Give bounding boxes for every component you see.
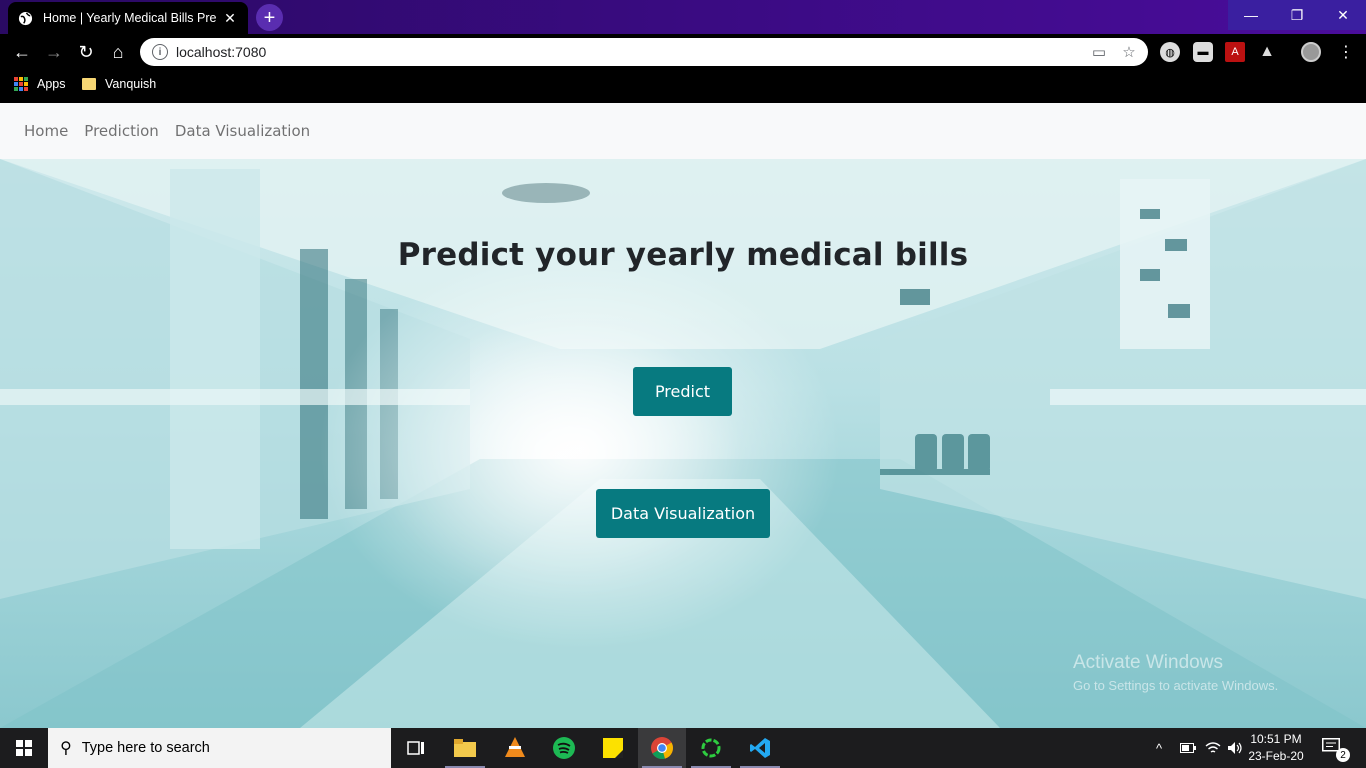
site-info-icon[interactable]: i	[152, 44, 168, 60]
vscode-icon[interactable]	[736, 728, 784, 768]
activate-windows-hint: Go to Settings to activate Windows.	[1073, 678, 1279, 693]
nav-prediction[interactable]: Prediction	[84, 122, 159, 140]
notifications-button[interactable]: 2	[1322, 738, 1350, 762]
search-icon: ⚲	[60, 740, 72, 757]
bookmarks-bar: Apps Vanquish	[0, 70, 1366, 103]
close-window-button[interactable]: ✕	[1320, 0, 1366, 30]
windows-logo-icon	[16, 740, 32, 756]
cast-icon[interactable]: ▭	[1088, 43, 1110, 61]
predict-button[interactable]: Predict	[633, 367, 732, 416]
pdf-icon[interactable]: A	[1225, 42, 1245, 62]
task-view-icon[interactable]	[392, 728, 440, 768]
taskbar-clock[interactable]: 10:51 PM 23-Feb-20	[1240, 731, 1312, 765]
wifi-icon[interactable]	[1205, 728, 1221, 768]
chat-icon[interactable]: ▬	[1193, 42, 1213, 62]
sticky-notes-icon[interactable]	[589, 728, 637, 768]
maximize-button[interactable]: ❐	[1274, 0, 1320, 30]
minimize-button[interactable]: —	[1228, 0, 1274, 30]
data-visualization-button[interactable]: Data Visualization	[596, 489, 770, 538]
url-text[interactable]: localhost:7080	[176, 44, 1088, 60]
app-ring-icon[interactable]	[687, 728, 735, 768]
file-explorer-icon[interactable]	[441, 728, 489, 768]
show-hidden-icons[interactable]: ^	[1156, 728, 1162, 768]
apps-bookmark[interactable]: Apps	[14, 77, 66, 91]
windows-taskbar: ⚲ Type here to search ^ 10:51 PM 23-Feb-…	[0, 728, 1366, 768]
clock-date: 23-Feb-20	[1248, 749, 1304, 763]
browser-tab[interactable]: Home | Yearly Medical Bills Predic ✕	[8, 2, 248, 34]
home-button[interactable]: ⌂	[106, 40, 130, 64]
notification-count-badge: 2	[1336, 748, 1350, 762]
drive-icon[interactable]: ▲	[1257, 42, 1277, 62]
star-icon[interactable]: ☆	[1118, 43, 1140, 61]
clock-time: 10:51 PM	[1250, 732, 1302, 746]
folder-icon	[82, 78, 96, 90]
apps-grid-icon	[14, 77, 28, 91]
activate-windows-title: Activate Windows	[1073, 652, 1223, 673]
menu-icon[interactable]: ⋮	[1336, 42, 1356, 62]
tab-close-icon[interactable]: ✕	[222, 10, 238, 27]
reload-button[interactable]: ↻	[74, 40, 98, 64]
site-navbar: Home Prediction Data Visualization	[0, 103, 1366, 159]
hero-title: Predict your yearly medical bills	[397, 237, 969, 273]
browser-title-bar: Home | Yearly Medical Bills Predic ✕ + —…	[0, 0, 1366, 34]
globe-icon[interactable]: ◍	[1160, 42, 1180, 62]
nav-home[interactable]: Home	[24, 122, 68, 140]
vanquish-bookmark[interactable]: Vanquish	[82, 77, 156, 91]
vlc-icon[interactable]	[491, 728, 539, 768]
chrome-icon[interactable]	[638, 728, 686, 768]
forward-button[interactable]: →	[42, 40, 66, 64]
new-tab-button[interactable]: +	[256, 4, 283, 31]
browser-toolbar: ← → ↻ ⌂ i localhost:7080 ▭ ☆ ◍ ▬ A ▲ ⋮	[0, 34, 1366, 70]
address-bar[interactable]: i localhost:7080 ▭ ☆	[140, 38, 1148, 66]
nav-data-visualization[interactable]: Data Visualization	[175, 122, 310, 140]
globe-favicon-icon	[18, 11, 33, 26]
spotify-icon[interactable]	[540, 728, 588, 768]
battery-icon[interactable]	[1180, 728, 1196, 768]
vanquish-label: Vanquish	[105, 77, 157, 91]
start-button[interactable]	[0, 728, 48, 768]
back-button[interactable]: ←	[10, 40, 34, 64]
search-placeholder: Type here to search	[81, 740, 210, 756]
taskbar-search[interactable]: ⚲ Type here to search	[48, 728, 391, 768]
apps-label: Apps	[37, 77, 66, 91]
hero-section: Predict your yearly medical bills Predic…	[0, 159, 1366, 728]
tab-title: Home | Yearly Medical Bills Predic	[43, 11, 216, 25]
web-page: Home Prediction Data Visualization Predi…	[0, 103, 1366, 728]
profile-avatar[interactable]	[1301, 42, 1321, 62]
